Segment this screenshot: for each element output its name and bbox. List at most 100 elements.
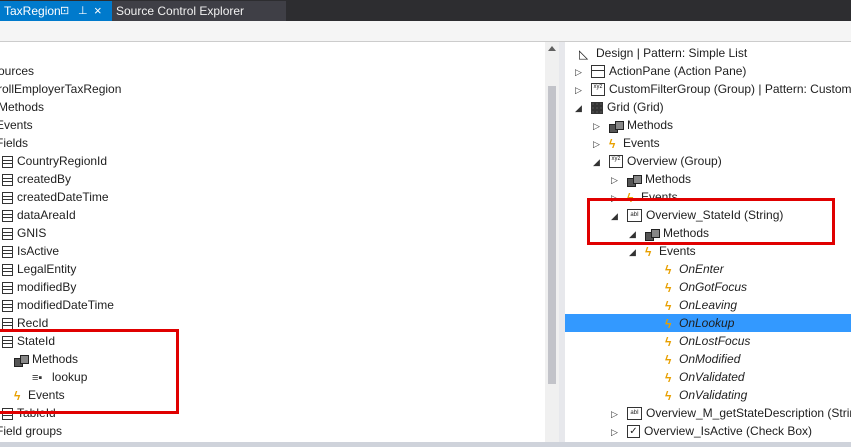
field-countryregionid[interactable]: CountryRegionId [2,152,107,170]
grid-icon [591,101,603,114]
event-icon: ϟ [665,334,672,349]
pin-icon[interactable]: ⊡ [60,1,69,21]
scrollbar-thumb[interactable] [548,86,556,384]
scroll-up-arrow-icon[interactable] [548,46,556,51]
event-onvalidating[interactable]: ϟ OnValidating [665,386,747,404]
event-ongotfocus[interactable]: ϟ OnGotFocus [665,278,747,296]
node-customfiltergroup[interactable]: ▷ xyz CustomFilterGroup (Group) | Pattern:… [575,80,851,98]
tab-taxregion[interactable]: TaxRegion ⊡ ⊥ × [0,1,116,21]
field-createddatetime[interactable]: createdDateTime [2,188,109,206]
event-icon: ϟ [665,370,672,385]
field-icon [2,173,13,186]
node-label: OnLeaving [679,298,738,312]
field-label: IsActive [17,244,60,258]
field-modifieddatetime[interactable]: modifiedDateTime [2,296,114,314]
left-vertical-scrollbar[interactable] [545,42,559,444]
collapse-icon[interactable]: ◢ [575,99,585,117]
tree-node-fields[interactable]: Fields [0,134,28,152]
event-icon: ϟ [645,244,652,259]
grid-methods[interactable]: ▷ Methods [593,116,673,134]
event-icon: ϟ [665,352,672,367]
event-icon: ϟ [665,388,672,403]
actionpane-icon [591,65,605,79]
field-gnis[interactable]: GNIS [2,224,46,242]
node-label: OnValidating [679,388,748,402]
event-icon: ϟ [609,136,616,151]
expand-icon[interactable]: ▷ [575,63,585,81]
node-overview-isactive[interactable]: ▷ ✓ Overview_IsActive (Check Box) [611,422,812,440]
event-onmodified[interactable]: ϟ OnModified [665,350,740,368]
data-source-tree: ources rollEmployerTaxRegion Methods Eve… [0,42,545,447]
tree-node-methods[interactable]: Methods [0,98,44,116]
field-modifiedby[interactable]: modifiedBy [2,278,76,296]
node-grid[interactable]: ◢ Grid (Grid) [575,98,664,116]
tab-taxregion-label: TaxRegion [4,4,61,18]
expand-icon[interactable]: ▷ [611,171,621,189]
methods-icon [627,174,642,187]
field-createdby[interactable]: createdBy [2,170,71,188]
field-label: modifiedDateTime [17,298,114,312]
checkbox-control-icon: ✓ [627,425,640,439]
node-actionpane[interactable]: ▷ ActionPane (Action Pane) [575,62,746,80]
node-overview-m-getstatedescription[interactable]: ▷ abI Overview_M_getStateDescription (Stri… [611,404,851,422]
node-label: Events [659,244,696,258]
tree-node-label: Fields [0,136,29,150]
group-icon: xyz [591,83,605,97]
node-label: OnValidated [679,370,745,384]
expand-icon[interactable]: ▷ [593,135,603,153]
event-icon: ϟ [665,298,672,313]
grid-events[interactable]: ▷ ϟ Events [593,134,660,152]
node-label: Methods [645,172,692,186]
group-icon: xyz [609,155,623,169]
highlight-box [587,198,835,245]
event-onleaving[interactable]: ϟ OnLeaving [665,296,737,314]
tree-node-events[interactable]: Events [0,116,33,134]
node-label: OnGotFocus [679,280,748,294]
field-icon [2,191,13,204]
node-overview-group[interactable]: ◢ xyz Overview (Group) [593,152,722,170]
field-dataareaid[interactable]: dataAreaId [2,206,76,224]
field-icon [2,155,13,168]
event-onenter[interactable]: ϟ OnEnter [665,260,724,278]
field-isactive[interactable]: IsActive [2,242,59,260]
expand-icon[interactable]: ▷ [611,405,621,423]
node-label: ActionPane (Action Pane) [609,64,747,78]
field-icon [2,263,13,276]
node-label: OnModified [679,352,741,366]
tree-node-field-groups[interactable]: Field groups [0,422,62,440]
node-label: Overview (Group) [627,154,722,168]
collapse-icon[interactable]: ◢ [629,243,639,261]
tree-node-label: Methods [0,100,45,114]
expand-icon[interactable]: ▷ [575,81,585,99]
field-label: LegalEntity [17,262,77,276]
highlight-box [0,329,179,414]
node-label: OnLostFocus [679,334,751,348]
field-legalentity[interactable]: LegalEntity [2,260,76,278]
form-design-tree: ◺ Design | Pattern: Simple List ▷ ActionPa… [565,42,851,447]
field-icon [2,245,13,258]
expand-icon[interactable]: ▷ [593,117,603,135]
design-icon: ◺ [579,46,589,61]
tree-node-sources[interactable]: ources [0,62,34,80]
node-label: Events [623,136,660,150]
field-label: CountryRegionId [17,154,108,168]
event-onlostfocus[interactable]: ϟ OnLostFocus [665,332,750,350]
node-design[interactable]: ◺ Design | Pattern: Simple List [579,44,747,62]
string-control-icon: abI [627,407,642,421]
tab-source-control-explorer[interactable]: Source Control Explorer [112,1,286,21]
event-onvalidated[interactable]: ϟ OnValidated [665,368,745,386]
dock-icon[interactable]: ⊥ [78,1,88,21]
field-icon [2,209,13,222]
field-label: modifiedBy [17,280,77,294]
field-label: GNIS [17,226,47,240]
overview-methods[interactable]: ▷ Methods [611,170,691,188]
node-label: Grid (Grid) [607,100,664,114]
collapse-icon[interactable]: ◢ [593,153,603,171]
expand-icon[interactable]: ▷ [611,423,621,441]
close-icon[interactable]: × [94,1,102,21]
tree-node-label: ources [0,64,35,78]
node-label: OnEnter [679,262,724,276]
status-strip [0,442,851,447]
event-onlookup-selected[interactable]: ϟ OnLookup [565,314,851,332]
tree-node-table[interactable]: rollEmployerTaxRegion [0,80,121,98]
